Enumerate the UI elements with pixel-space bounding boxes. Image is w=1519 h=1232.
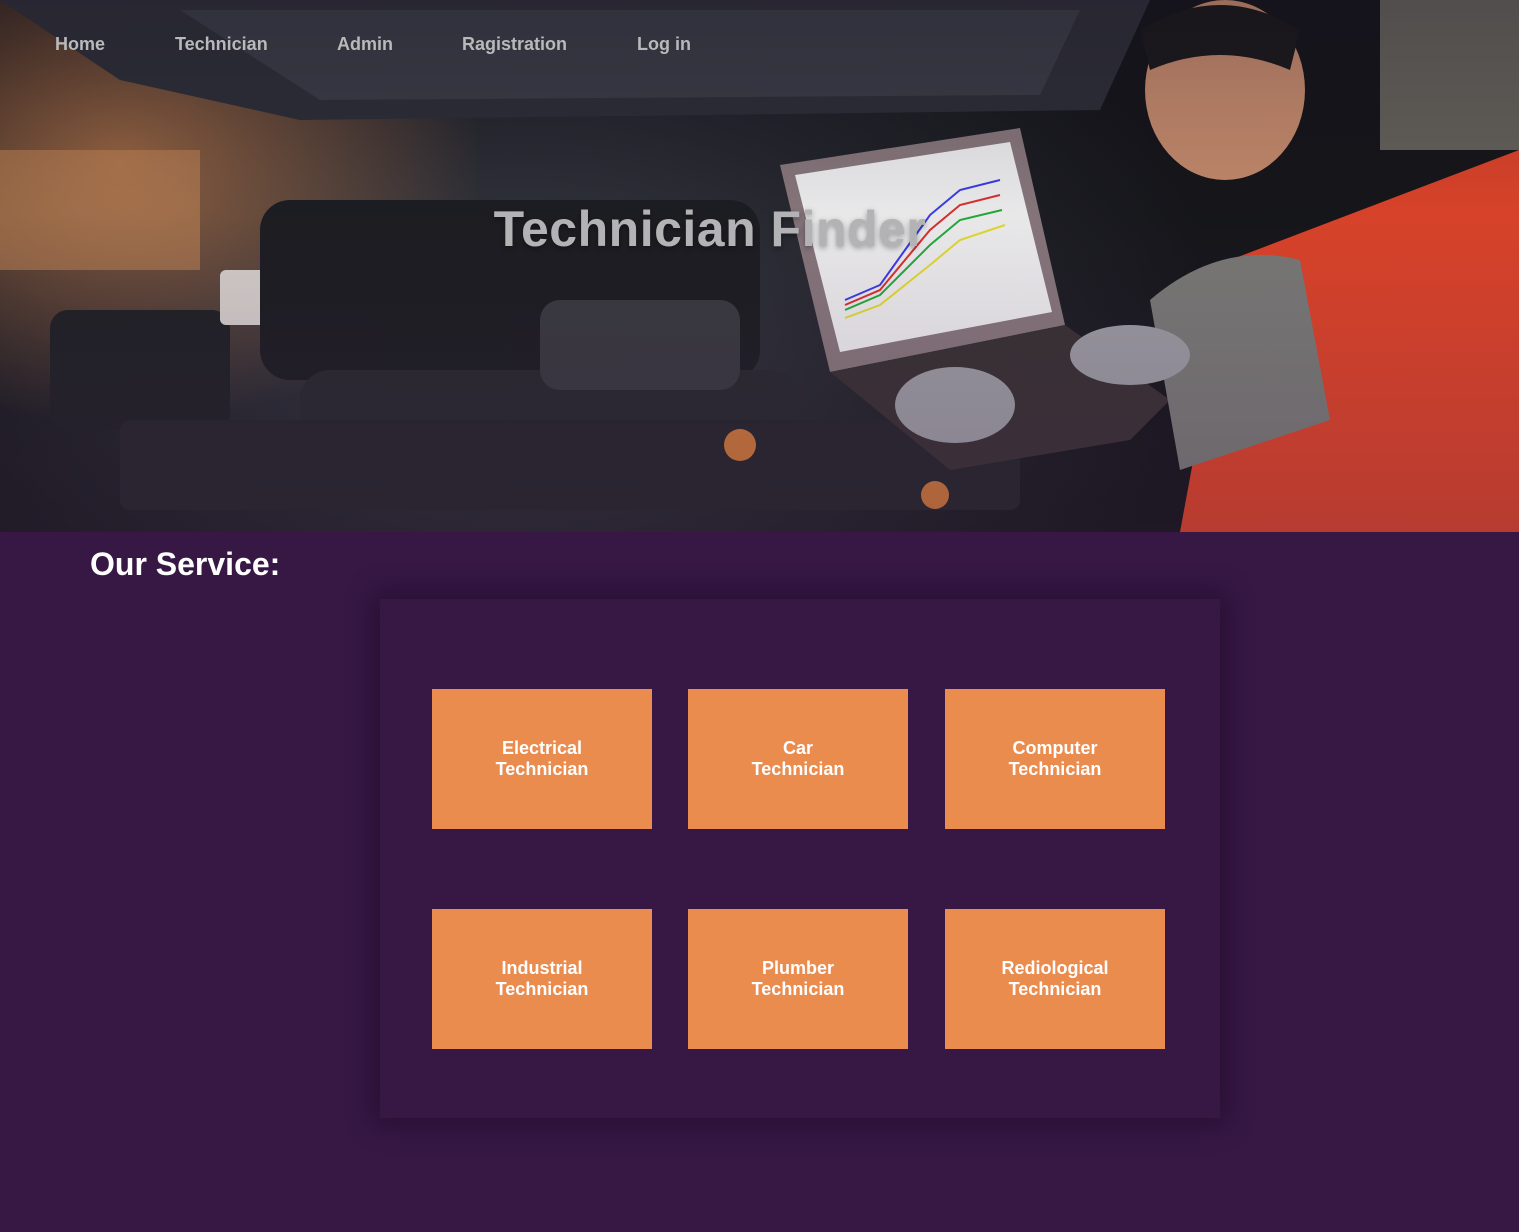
- service-tile-line2: Technician: [495, 759, 589, 779]
- service-tile-car[interactable]: Car Technician: [688, 689, 908, 829]
- service-tile-label: Rediological Technician: [1001, 958, 1108, 1000]
- services-heading: Our Service:: [90, 546, 281, 582]
- service-tile-label: Industrial Technician: [496, 958, 589, 1000]
- service-tile-industrial[interactable]: Industrial Technician: [432, 909, 652, 1049]
- service-tile-label: Electrical Technician: [496, 738, 589, 780]
- nav-link-login[interactable]: Log in: [637, 34, 691, 55]
- service-tile-line1: Computer: [1012, 738, 1098, 758]
- nav-link-home[interactable]: Home: [55, 34, 105, 55]
- nav-link-registration[interactable]: Ragistration: [462, 34, 567, 55]
- service-tile-line1: Car: [782, 738, 813, 758]
- services-panel: Electrical Technician Car Technician Com…: [380, 599, 1220, 1118]
- nav-link-technician[interactable]: Technician: [175, 34, 268, 55]
- service-tile-plumber[interactable]: Plumber Technician: [688, 909, 908, 1049]
- nav-link-admin[interactable]: Admin: [337, 34, 393, 55]
- service-tile-line2: Technician: [495, 979, 589, 999]
- service-tile-electrical[interactable]: Electrical Technician: [432, 689, 652, 829]
- top-navigation: Home Technician Admin Ragistration Log i…: [0, 0, 1519, 90]
- service-tile-line2: Technician: [751, 759, 845, 779]
- service-tile-label: Car Technician: [752, 738, 845, 780]
- service-tile-line2: Technician: [751, 979, 845, 999]
- service-tile-line2: Technician: [1008, 759, 1102, 779]
- service-tile-line1: Rediological: [1001, 958, 1109, 978]
- service-tile-line1: Electrical: [501, 738, 583, 758]
- service-tile-label: Plumber Technician: [752, 958, 845, 1000]
- service-tile-label: Computer Technician: [1009, 738, 1102, 780]
- service-tile-line2: Technician: [1008, 979, 1102, 999]
- service-tile-line1: Plumber: [761, 958, 834, 978]
- service-tile-radiological[interactable]: Rediological Technician: [945, 909, 1165, 1049]
- service-tile-computer[interactable]: Computer Technician: [945, 689, 1165, 829]
- hero-title: Technician Finder: [493, 201, 927, 257]
- service-tile-line1: Industrial: [501, 958, 583, 978]
